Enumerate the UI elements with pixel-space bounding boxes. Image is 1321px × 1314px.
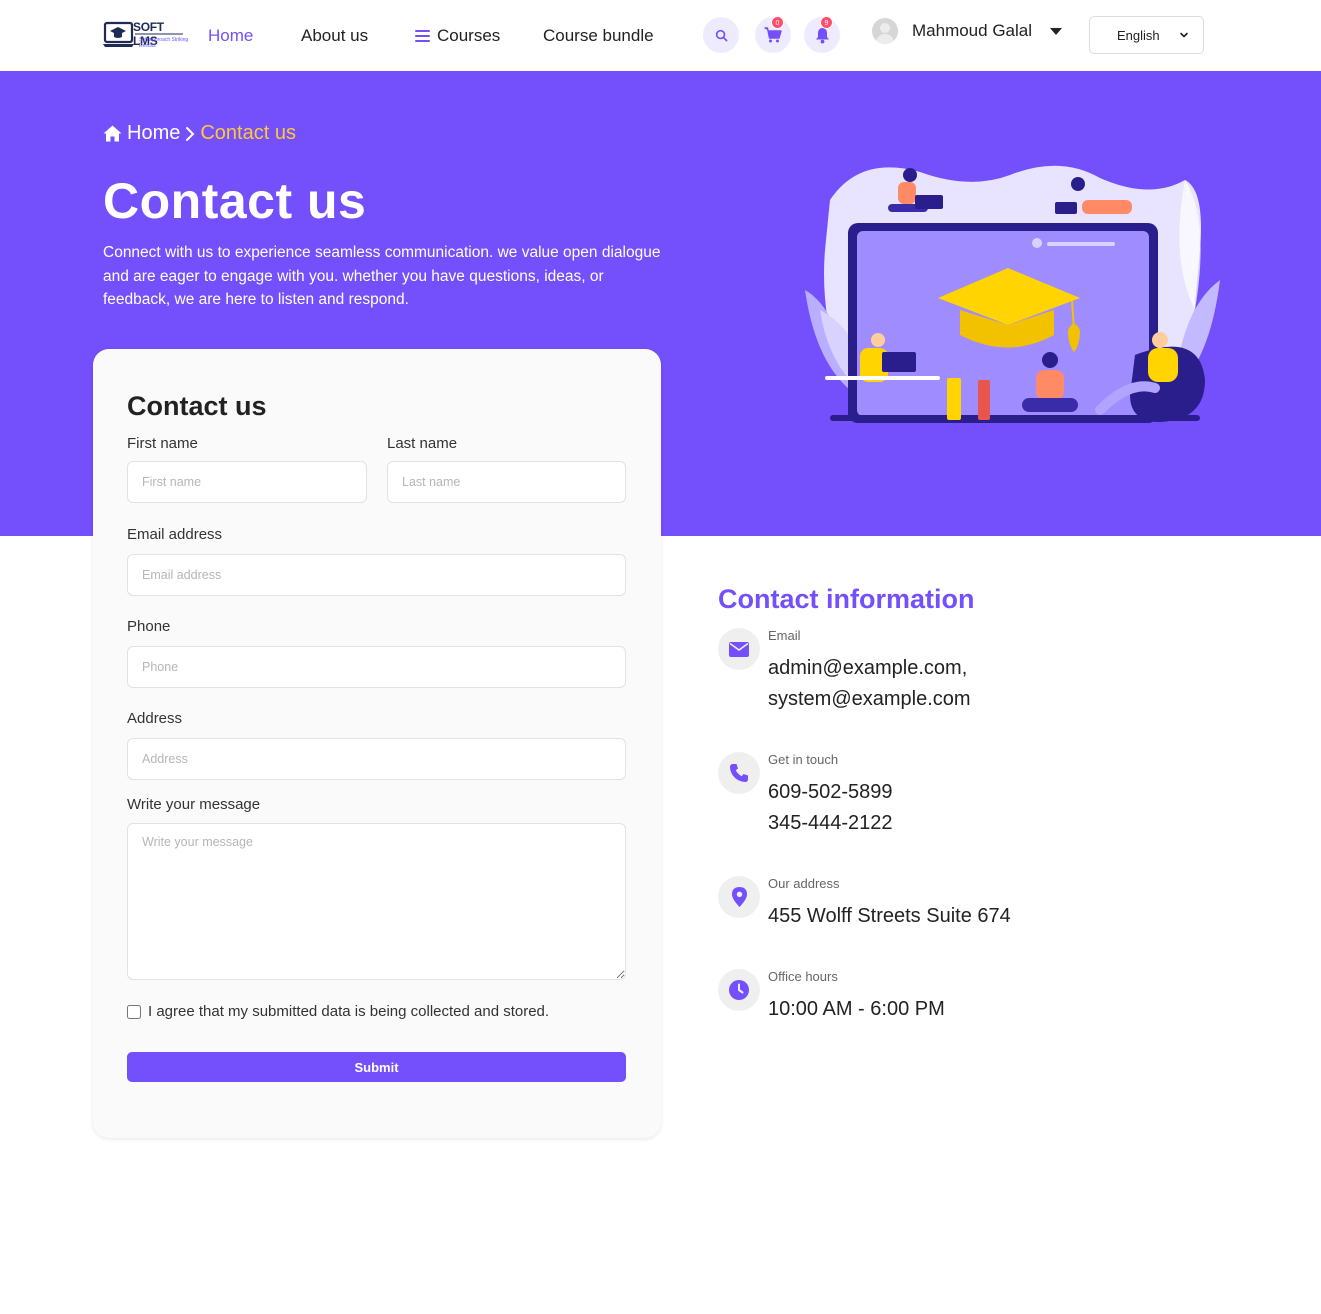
consent-checkbox[interactable]	[127, 1004, 141, 1019]
page-title: Contact us	[103, 173, 367, 229]
user-avatar	[872, 18, 898, 44]
hero-illustration	[805, 165, 1220, 423]
last-name-input[interactable]	[387, 461, 626, 503]
submit-button[interactable]: Submit	[127, 1052, 626, 1082]
message-textarea[interactable]	[127, 823, 626, 980]
contact-email-label: Email	[768, 628, 801, 643]
first-name-input[interactable]	[127, 461, 367, 503]
search-icon	[715, 29, 727, 41]
notification-count-badge: 9	[820, 16, 833, 29]
contact-email-1[interactable]: admin@example.com,	[768, 653, 971, 684]
last-name-label: Last name	[387, 435, 458, 452]
contact-form-card: Contact us First name Last name Email ad…	[93, 349, 661, 1138]
logo-tagline: Soft approach Striking Results	[139, 37, 189, 49]
first-name-label: First name	[127, 435, 198, 452]
phone-input[interactable]	[127, 646, 626, 688]
address-input[interactable]	[127, 738, 626, 780]
map-pin-icon	[718, 876, 760, 918]
breadcrumb: Home Contact us	[103, 122, 296, 145]
site-logo[interactable]: SOFT LMS Soft approach Striking Results	[103, 17, 189, 51]
top-navbar: SOFT LMS Soft approach Striking Results …	[0, 0, 1321, 71]
phone-icon	[718, 752, 760, 794]
contact-phone-1[interactable]: 609-502-5899	[768, 777, 893, 808]
contact-address-label: Our address	[768, 876, 840, 891]
language-value: English	[1117, 27, 1160, 43]
search-button[interactable]	[703, 17, 739, 53]
chevron-right-icon	[185, 126, 195, 142]
consent-row[interactable]: I agree that my submitted data is being …	[127, 1003, 549, 1020]
contact-info-title: Contact information	[718, 584, 975, 614]
breadcrumb-current: Contact us	[200, 122, 296, 144]
phone-label: Phone	[127, 618, 171, 635]
email-label: Email address	[127, 526, 223, 543]
nav-courses-link[interactable]: Courses	[415, 26, 500, 46]
contact-phone-label: Get in touch	[768, 752, 839, 767]
envelope-icon	[718, 628, 760, 670]
chevron-down-icon	[1180, 32, 1188, 38]
form-title: Contact us	[127, 391, 267, 421]
consent-label: I agree that my submitted data is being …	[148, 1003, 550, 1020]
caret-down-icon	[1050, 27, 1063, 35]
user-menu[interactable]: Mahmoud Galal	[872, 16, 1063, 46]
address-label: Address	[127, 710, 183, 727]
contact-address-1: 455 Wolff Streets Suite 674	[768, 905, 1011, 927]
home-icon	[103, 125, 122, 142]
contact-phone-2[interactable]: 345-444-2122	[768, 808, 893, 839]
cart-count-badge: 0	[771, 16, 784, 29]
hamburger-menu-icon	[415, 30, 430, 42]
nav-about-link[interactable]: About us	[301, 26, 368, 46]
user-name: Mahmoud Galal	[912, 21, 1033, 40]
nav-home-link[interactable]: Home	[208, 26, 253, 46]
breadcrumb-home-link[interactable]: Home	[127, 122, 180, 145]
contact-hours-1: 10:00 AM - 6:00 PM	[768, 998, 945, 1020]
email-input[interactable]	[127, 554, 626, 596]
contact-hours-label: Office hours	[768, 969, 838, 984]
nav-courses-label: Courses	[437, 26, 501, 45]
page-description: Connect with us to experience seamless c…	[103, 244, 661, 308]
nav-bundle-link[interactable]: Course bundle	[543, 26, 654, 46]
cart-icon	[764, 27, 782, 43]
cart-button[interactable]: 0	[755, 16, 791, 53]
contact-email-2[interactable]: system@example.com	[768, 684, 971, 715]
language-select[interactable]: English	[1089, 16, 1204, 54]
notifications-button[interactable]: 9	[804, 16, 840, 53]
clock-icon	[718, 969, 760, 1011]
message-label: Write your message	[127, 796, 261, 813]
